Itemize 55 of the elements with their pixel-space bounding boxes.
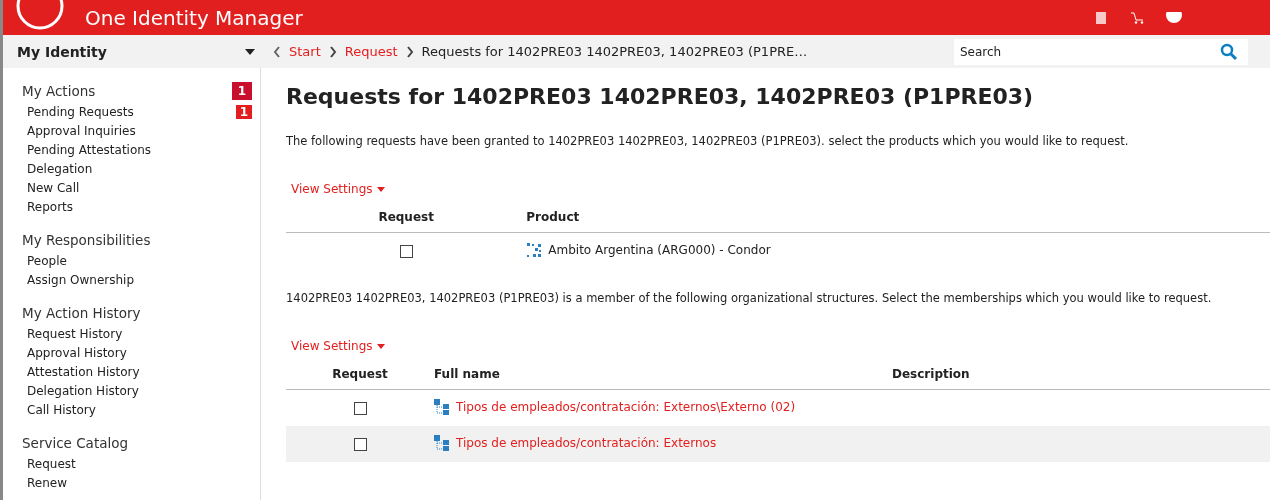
- page-title: Requests for 1402PRE03 1402PRE03, 1402PRE03 (P1PRE03): [286, 84, 1035, 109]
- sidebar-section-title[interactable]: Service Catalog: [22, 435, 129, 451]
- membership-link[interactable]: Tipos de empleados/contratación: Externos: [456, 435, 717, 450]
- hierarchy-icon: [434, 398, 450, 415]
- intro-text: 1402PRE03 1402PRE03, 1402PRE03 (P1PRE03) is a member of the following organizational structures. Select the memberships which you would like to request.: [286, 291, 1213, 305]
- sidebar-section-title[interactable]: My Responsibilities: [22, 232, 151, 248]
- count-badge: 1: [235, 104, 252, 119]
- caret-icon: [376, 186, 385, 192]
- column-header: Request: [286, 210, 527, 233]
- request-checkbox[interactable]: [399, 245, 413, 258]
- sidebar-item[interactable]: Renew: [27, 475, 67, 490]
- view-settings-button[interactable]: View Settings: [286, 339, 390, 353]
- logo-icon: [15, 0, 65, 30]
- sidebar-item[interactable]: Request: [27, 456, 76, 471]
- identity-menu-button[interactable]: My Identity: [17, 43, 263, 60]
- search-field[interactable]: Search: [954, 38, 1214, 65]
- back-chevron-icon[interactable]: [273, 45, 281, 58]
- sidebar-item[interactable]: Request History: [27, 326, 123, 341]
- intro-text: The following requests have been granted to 1402PRE03 1402PRE03, 1402PRE03 (P1PRE03). select the products which you would like to request.: [286, 134, 1130, 148]
- caret-icon: [245, 48, 255, 55]
- caret-icon: [376, 343, 385, 349]
- sidebar-item[interactable]: Approval Inquiries: [27, 123, 136, 138]
- view-settings-button[interactable]: View Settings: [286, 182, 390, 196]
- sidebar-item[interactable]: Approval History: [27, 345, 127, 360]
- column-header: Request: [286, 367, 434, 390]
- cart-icon[interactable]: [1130, 11, 1144, 24]
- sidebar-item[interactable]: Call History: [27, 402, 96, 417]
- sidebar-item[interactable]: Delegation: [27, 161, 93, 176]
- grid-dots-icon: [526, 241, 543, 258]
- count-badge: 1: [231, 82, 252, 100]
- hierarchy-icon: [434, 434, 450, 451]
- sidebar-item[interactable]: Assign Ownership: [27, 272, 135, 287]
- sidebar-section-title[interactable]: My Action History: [22, 305, 141, 321]
- sidebar-item[interactable]: Pending Requests: [27, 104, 134, 119]
- app-title: One Identity Manager: [85, 5, 303, 30]
- chevron-icon: [405, 45, 414, 58]
- sidebar-item[interactable]: Reports: [27, 199, 74, 214]
- sidebar-item[interactable]: New Call: [27, 180, 80, 195]
- sidebar-item[interactable]: Delegation History: [27, 383, 139, 398]
- breadcrumb-link[interactable]: Request: [344, 44, 398, 59]
- sidebar-item[interactable]: People: [27, 253, 67, 268]
- column-header: Full name: [434, 367, 892, 390]
- request-checkbox[interactable]: [353, 438, 367, 451]
- chevron-icon: [328, 45, 337, 58]
- breadcrumb-link[interactable]: Start: [289, 44, 321, 59]
- sidebar-item[interactable]: Pending Attestations: [27, 142, 152, 157]
- request-checkbox[interactable]: [353, 402, 367, 415]
- column-header: Product: [526, 210, 1270, 233]
- breadcrumb-current: Requests for 1402PRE03 1402PRE03, 1402PRE03 (P1PRE…: [421, 44, 808, 59]
- column-header: Description: [892, 367, 1270, 390]
- product-name: Ambito Argentina (ARG000) - Condor: [548, 242, 771, 257]
- search-icon[interactable]: [1214, 38, 1248, 65]
- sidebar-item[interactable]: Attestation History: [27, 364, 140, 379]
- sidebar-section-title[interactable]: My Actions: [22, 83, 96, 99]
- membership-link[interactable]: Tipos de empleados/contratación: Externos\Externo (02): [456, 399, 796, 414]
